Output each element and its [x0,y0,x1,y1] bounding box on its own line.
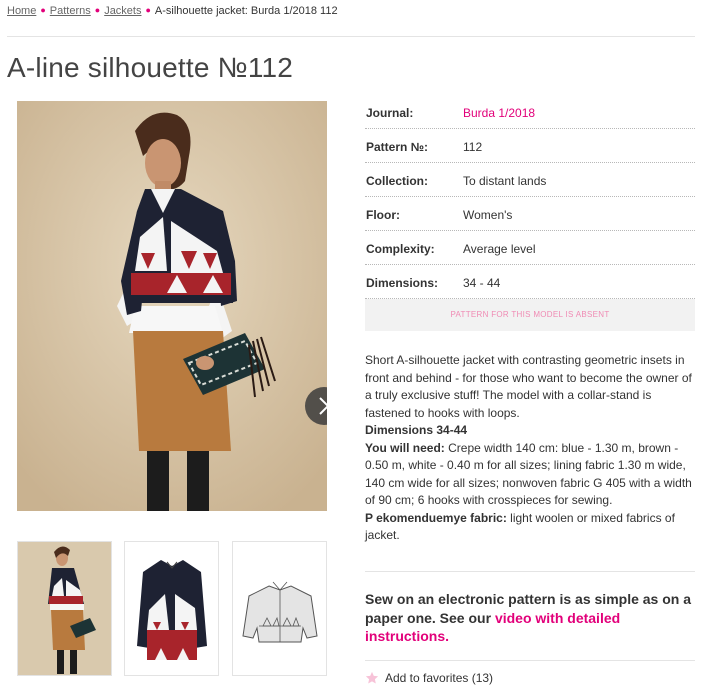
description-intro: Short A-silhouette jacket with contrasti… [365,353,692,420]
description-materials: You will need: Crepe width 140 cm: blue … [365,440,697,510]
detail-label: Pattern №: [366,140,429,154]
pattern-description: Short A-silhouette jacket with contrasti… [365,352,697,545]
detail-label: Journal: [366,106,414,120]
breadcrumb-jackets[interactable]: Jackets [104,5,141,17]
detail-value: 34 - 44 [463,276,501,290]
divider [7,36,695,37]
fabrics-label: P ekomenduemye fabric: [365,510,507,525]
detail-row-floor: Floor: Women's [365,197,695,231]
breadcrumb-separator: ● [94,5,101,15]
chevron-right-icon [319,397,327,415]
materials-label: You will need: [365,440,445,455]
detail-label: Floor: [366,208,400,222]
breadcrumb: Home ● Patterns ● Jackets ● A-silhouette jacke… [7,5,338,17]
breadcrumb-separator: ● [40,5,46,15]
detail-value: 112 [463,140,483,154]
breadcrumb-home[interactable]: Home [7,5,36,17]
detail-row-complexity: Complexity: Average level [365,231,695,265]
main-product-photo[interactable] [17,101,327,511]
detail-row-dimensions: Dimensions: 34 - 44 [365,265,695,299]
pattern-absent-notice: PATTERN FOR THIS MODEL IS ABSENT [365,299,695,331]
thumbnail-technical-drawing[interactable] [232,541,327,676]
detail-label: Collection: [366,174,428,188]
detail-label: Dimensions: [366,276,439,290]
detail-value: To distant lands [463,174,547,188]
detail-row-pattern-number: Pattern №: 112 [365,129,695,163]
pattern-details-table: Journal: Burda 1/2018 Pattern №: 112 Col… [365,95,695,299]
detail-row-collection: Collection: To distant lands [365,163,695,197]
divider [365,571,695,572]
breadcrumb-patterns[interactable]: Patterns [50,5,91,17]
breadcrumb-separator: ● [145,5,151,15]
description-dimensions: Dimensions 34-44 [365,423,468,437]
detail-label: Complexity: [366,242,435,256]
electronic-pattern-promo: Sew on an electronic pattern is as simpl… [365,590,699,646]
breadcrumb-current: A-silhouette jacket: Burda 1/2018 112 [154,5,338,17]
add-to-favorites-button[interactable]: Add to favorites (13) [365,671,493,685]
journal-link[interactable]: Burda 1/2018 [463,106,535,120]
star-icon [365,671,379,684]
favorites-label: Add to favorites (13) [385,671,494,685]
page-title: A-line silhouette №112 [7,52,294,83]
thumbnail-model-photo[interactable] [17,541,112,676]
detail-row-journal: Journal: Burda 1/2018 [365,95,695,129]
divider [365,660,695,661]
detail-value: Women's [463,208,513,222]
description-fabrics: P ekomenduemye fabric: light woolen or m… [365,510,697,545]
detail-value: Average level [463,242,536,256]
thumbnail-jacket-front[interactable] [124,541,219,676]
